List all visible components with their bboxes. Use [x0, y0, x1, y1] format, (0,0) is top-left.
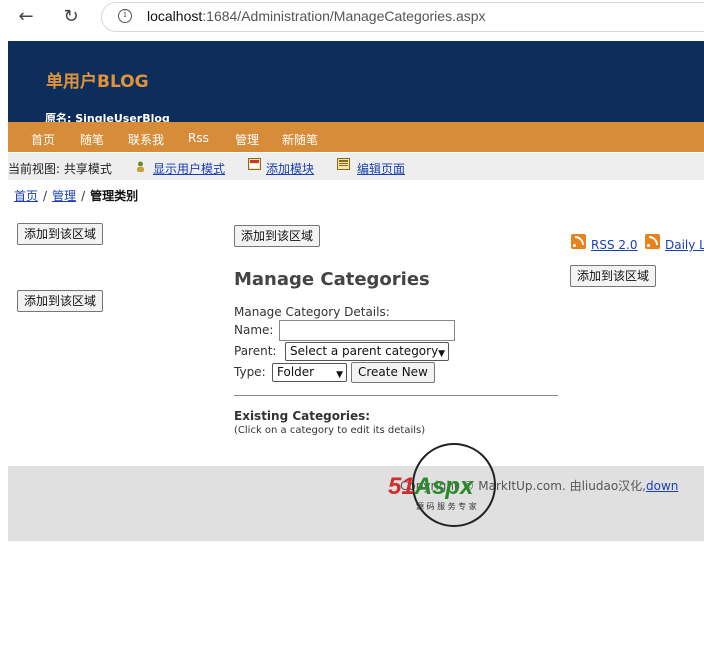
url-text[interactable]: localhost:1684/Administration/ManageCate…	[147, 8, 486, 24]
menu-item-home[interactable]: 首页	[31, 131, 55, 148]
type-label: Type:	[234, 365, 266, 379]
watermark-tagline: 源 码 服 务 专 家	[416, 502, 477, 511]
site-info-icon[interactable]: i	[118, 9, 132, 23]
menu-item-admin[interactable]: 管理	[235, 131, 259, 148]
category-type-selected: Folder	[277, 365, 315, 379]
add-module-link[interactable]: 添加模块	[266, 160, 314, 177]
create-new-button[interactable]: Create New	[351, 362, 435, 383]
rss-feed-icon	[645, 234, 660, 249]
details-label: Manage Category Details:	[234, 305, 390, 319]
web-page: 单用户BLOG 原名: SingleUserBlog 首页 随笔 联系我 Rss…	[8, 40, 704, 648]
site-title: 单用户BLOG	[46, 72, 149, 92]
edit-page-icon	[337, 158, 350, 170]
view-mode-bar: 当前视图: 共享模式 显示用户模式 添加模块 编辑页面	[8, 153, 704, 180]
user-icon	[137, 161, 144, 172]
chevron-down-icon: ▼	[336, 370, 343, 380]
breadcrumb: 首页 / 管理 / 管理类别	[14, 189, 139, 203]
parent-label: Parent:	[234, 344, 277, 358]
parent-category-selected: Select a parent category	[290, 344, 439, 358]
watermark-brand: 51Aspx	[388, 473, 474, 500]
breadcrumb-home[interactable]: 首页	[14, 189, 38, 203]
add-to-zone-button-right[interactable]: 添加到该区域	[570, 265, 657, 287]
parent-category-select[interactable]: Select a parent category ▼	[285, 342, 449, 361]
existing-categories-note: (Click on a category to edit its details…	[234, 425, 426, 436]
add-to-zone-button-left-top[interactable]: 添加到该区域	[17, 223, 104, 245]
download-link[interactable]: down	[646, 479, 678, 493]
category-name-input[interactable]	[279, 320, 455, 341]
watermark-logo: 51Aspx 源 码 服 务 专 家	[388, 443, 518, 535]
existing-categories-title: Existing Categories:	[234, 409, 371, 423]
edit-page-link[interactable]: 编辑页面	[357, 160, 405, 177]
rss-2-link[interactable]: RSS 2.0	[591, 238, 637, 252]
add-to-zone-button-center[interactable]: 添加到该区域	[234, 225, 321, 247]
breadcrumb-current: 管理类别	[90, 189, 139, 203]
back-arrow-icon[interactable]: ←	[15, 6, 37, 28]
main-menu: 首页 随笔 联系我 Rss 管理 新随笔	[8, 122, 704, 152]
category-type-select[interactable]: Folder ▼	[272, 363, 347, 382]
section-divider	[234, 395, 558, 396]
rss-feed-icon	[571, 234, 586, 249]
site-header: 单用户BLOG 原名: SingleUserBlog	[8, 41, 704, 125]
show-user-mode-link[interactable]: 显示用户模式	[153, 160, 225, 177]
menu-item-contact[interactable]: 联系我	[128, 131, 164, 148]
browser-toolbar: ← ↻ i localhost:1684/Administration/Mana…	[0, 0, 704, 33]
reload-icon[interactable]: ↻	[60, 6, 82, 28]
add-to-zone-button-left-bottom[interactable]: 添加到该区域	[17, 290, 104, 312]
breadcrumb-admin[interactable]: 管理	[52, 189, 76, 203]
chevron-down-icon: ▼	[438, 349, 445, 359]
manage-categories-title: Manage Categories	[234, 269, 430, 290]
name-label: Name:	[234, 323, 274, 337]
daily-link[interactable]: Daily L	[665, 238, 704, 252]
menu-item-rss[interactable]: Rss	[188, 131, 209, 145]
menu-item-posts[interactable]: 随笔	[80, 131, 104, 148]
current-view-label: 当前视图: 共享模式	[8, 162, 112, 176]
menu-item-new-post[interactable]: 新随笔	[282, 131, 318, 148]
add-module-icon	[248, 158, 261, 170]
